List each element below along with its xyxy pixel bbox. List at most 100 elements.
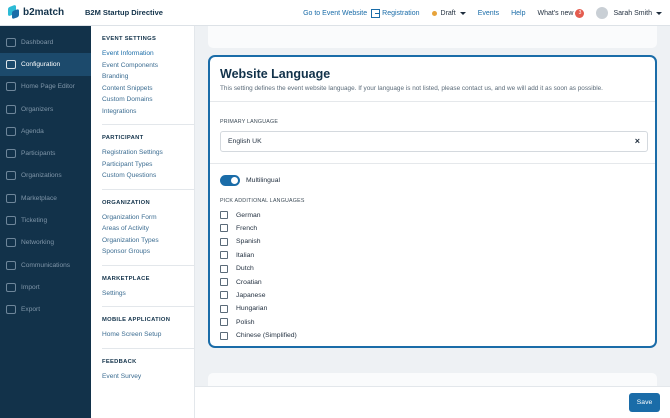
submenu-heading: MARKETPLACE xyxy=(102,275,150,282)
submenu-item-sponsor-groups[interactable]: Sponsor Groups xyxy=(102,246,194,258)
submenu-item-participant-types[interactable]: Participant Types xyxy=(102,159,194,171)
language-option-dutch[interactable]: Dutch xyxy=(220,264,254,274)
card-title: Website Language xyxy=(220,67,331,81)
ticket-icon xyxy=(6,216,16,226)
language-option-croatian[interactable]: Croatian xyxy=(220,277,262,287)
checkbox[interactable] xyxy=(220,291,228,300)
events-link[interactable]: Events xyxy=(478,10,499,17)
submenu-item-areas-of-activity[interactable]: Areas of Activity xyxy=(102,223,194,235)
submenu-item-event-information[interactable]: Event Information xyxy=(102,48,194,60)
checkbox[interactable] xyxy=(220,278,228,286)
nav-item-configuration[interactable]: Configuration xyxy=(0,53,91,76)
nav-label: Networking xyxy=(21,239,54,247)
language-option-german[interactable]: German xyxy=(220,210,261,220)
submenu-section-participant: PARTICIPANT Registration Settings Partic… xyxy=(102,125,194,190)
submenu-heading: ORGANIZATION xyxy=(102,199,150,206)
chevron-down-icon xyxy=(656,11,662,15)
primary-language-select[interactable]: English UK × xyxy=(220,131,648,152)
language-option-french[interactable]: French xyxy=(220,223,257,233)
nav-item-organizations[interactable]: Organizations xyxy=(0,165,91,187)
checkbox[interactable] xyxy=(220,264,228,273)
clear-icon[interactable]: × xyxy=(635,136,640,146)
registration-link[interactable]: Registration xyxy=(371,8,420,18)
status-dropdown[interactable]: Draft xyxy=(431,10,466,17)
nav-item-export[interactable]: Export xyxy=(0,299,91,321)
submenu-item-organization-types[interactable]: Organization Types xyxy=(102,235,194,247)
submenu-section-event-settings: EVENT SETTINGS Event Information Event C… xyxy=(102,26,194,125)
nav-item-agenda[interactable]: Agenda xyxy=(0,120,91,142)
language-name: Italian xyxy=(236,251,255,259)
submenu-item-integrations[interactable]: Integrations xyxy=(102,106,194,118)
checkbox[interactable] xyxy=(220,304,228,313)
language-option-japanese[interactable]: Japanese xyxy=(220,290,265,300)
save-bar: Save xyxy=(195,386,670,418)
website-language-card: Website Language This setting defines th… xyxy=(208,55,657,348)
submenu-item-event-survey[interactable]: Event Survey xyxy=(102,371,194,383)
language-name: French xyxy=(236,224,258,232)
submenu-item-custom-domains[interactable]: Custom Domains xyxy=(102,94,194,106)
nav-label: Organizations xyxy=(21,172,62,180)
submenu-item-branding[interactable]: Branding xyxy=(102,71,194,83)
primary-language-value: English UK xyxy=(228,138,262,145)
external-link-icon xyxy=(371,8,381,18)
checkbox[interactable] xyxy=(220,237,228,246)
settings-submenu: EVENT SETTINGS Event Information Event C… xyxy=(91,26,195,418)
checkbox[interactable] xyxy=(220,331,228,340)
submenu-item-organization-form[interactable]: Organization Form xyxy=(102,212,194,224)
multilingual-toggle[interactable] xyxy=(220,175,240,186)
nav-label: Participants xyxy=(21,150,56,158)
calendar-icon xyxy=(6,126,16,136)
language-name: Dutch xyxy=(236,265,254,273)
organizers-icon xyxy=(6,104,16,114)
nav-item-dashboard[interactable]: Dashboard xyxy=(0,31,91,53)
language-option-chinese-simplified[interactable]: Chinese (Simplified) xyxy=(220,331,297,341)
submenu-section-mobile-application: MOBILE APPLICATION Home Screen Setup xyxy=(102,307,194,349)
nav-item-participants[interactable]: Participants xyxy=(0,142,91,164)
nav-item-marketplace[interactable]: Marketplace xyxy=(0,187,91,209)
checkbox[interactable] xyxy=(220,211,228,219)
nav-item-ticketing[interactable]: Ticketing xyxy=(0,209,91,231)
nav-label: Communications xyxy=(21,261,71,269)
language-name: Japanese xyxy=(236,291,266,299)
language-option-hungarian[interactable]: Hungarian xyxy=(220,304,267,314)
nav-item-networking[interactable]: Networking xyxy=(0,232,91,254)
checkbox[interactable] xyxy=(220,224,228,233)
submenu-item-content-snippets[interactable]: Content Snippets xyxy=(102,83,194,95)
whats-new-label: What's new xyxy=(537,9,574,17)
submenu-item-custom-questions[interactable]: Custom Questions xyxy=(102,170,194,182)
people-icon xyxy=(6,149,16,159)
language-option-spanish[interactable]: Spanish xyxy=(220,237,261,247)
top-right-actions: Go to Event Website Registration Draft E… xyxy=(293,0,662,26)
nav-label: Marketplace xyxy=(21,194,57,202)
submenu-item-event-components[interactable]: Event Components xyxy=(102,60,194,72)
submenu-section-feedback: FEEDBACK Event Survey xyxy=(102,349,194,390)
primary-language-label: PRIMARY LANGUAGE xyxy=(220,119,279,125)
checkbox[interactable] xyxy=(220,251,228,260)
submenu-item-home-screen-setup[interactable]: Home Screen Setup xyxy=(102,329,194,341)
nav-item-organizers[interactable]: Organizers xyxy=(0,98,91,120)
language-name: Hungarian xyxy=(236,305,268,313)
language-name: German xyxy=(236,211,261,219)
save-button[interactable]: Save xyxy=(629,393,660,412)
nav-item-home-page-editor[interactable]: Home Page Editor xyxy=(0,76,91,98)
logo[interactable]: b2match xyxy=(0,0,91,26)
whats-new-button[interactable]: What's new 3 xyxy=(537,8,585,18)
nav-item-communications[interactable]: Communications xyxy=(0,254,91,276)
submenu-item-settings[interactable]: Settings xyxy=(102,288,194,300)
store-icon xyxy=(6,193,16,203)
language-option-polish[interactable]: Polish xyxy=(220,317,255,327)
logo-text: b2match xyxy=(23,7,65,18)
previous-card xyxy=(208,26,657,48)
multilingual-label: Multilingual xyxy=(246,177,281,184)
nav-item-import[interactable]: Import xyxy=(0,276,91,298)
checkbox[interactable] xyxy=(220,318,228,327)
left-nav: Dashboard Configuration Home Page Editor… xyxy=(0,26,91,418)
user-menu[interactable]: Sarah Smith xyxy=(596,7,662,19)
submenu-heading: MOBILE APPLICATION xyxy=(102,317,171,323)
submenu-item-registration-settings[interactable]: Registration Settings xyxy=(102,147,194,159)
submenu-heading: PARTICIPANT xyxy=(102,135,144,141)
language-option-italian[interactable]: Italian xyxy=(220,250,254,260)
help-link[interactable]: Help xyxy=(511,10,525,17)
submenu-heading: FEEDBACK xyxy=(102,358,137,365)
go-to-event-link[interactable]: Go to Event Website xyxy=(303,10,367,17)
